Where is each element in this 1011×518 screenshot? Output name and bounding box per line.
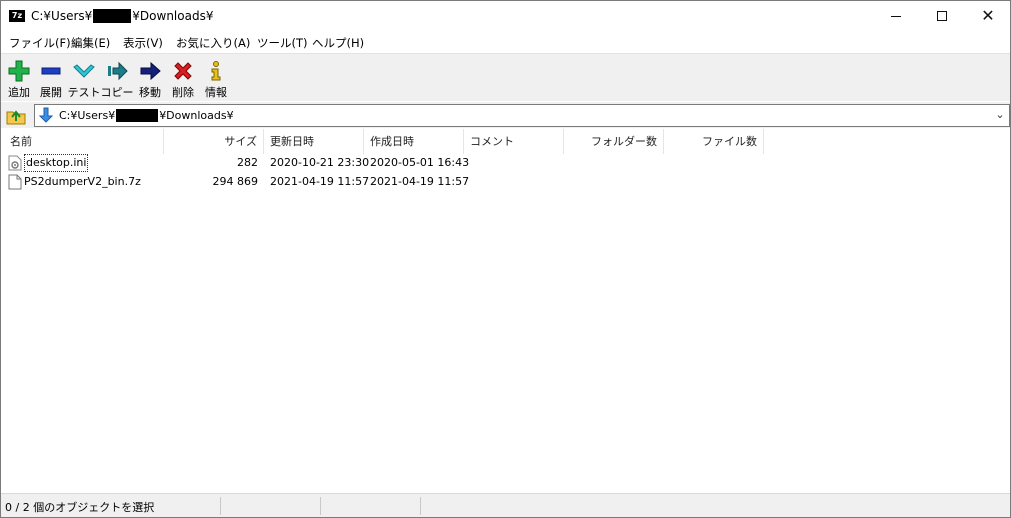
move-button[interactable]: 移動 — [133, 56, 167, 100]
file-name: PS2dumperV2_bin.7z — [24, 175, 141, 188]
extract-label: 展開 — [40, 86, 62, 99]
test-label: テスト — [67, 86, 101, 99]
title-bar[interactable]: 7z C:¥Users¥ ¥Downloads¥ ✕ — [1, 1, 1010, 31]
info-button[interactable]: 情報 — [199, 56, 233, 100]
minimize-icon — [891, 15, 901, 17]
menu-file[interactable]: ファイル(F) — [9, 35, 71, 51]
info-icon — [211, 61, 221, 81]
check-arrow-icon — [73, 64, 95, 78]
add-label: 追加 — [8, 86, 30, 99]
maximize-icon — [937, 11, 947, 21]
delete-label: 削除 — [172, 86, 194, 99]
file-created: 2021-04-19 11:57 — [370, 175, 470, 188]
add-button[interactable]: 追加 — [2, 56, 36, 100]
address-path-suffix: ¥Downloads¥ — [159, 109, 234, 122]
menu-view[interactable]: 表示(V) — [123, 35, 163, 51]
redacted-username-address — [116, 109, 159, 122]
info-label: 情報 — [205, 86, 227, 99]
menu-favorites[interactable]: お気に入り(A) — [176, 35, 250, 51]
redacted-username — [93, 9, 132, 23]
file-list[interactable]: 名前 サイズ 更新日時 作成日時 コメント フォルダー数 ファイル数 deskt… — [1, 129, 1010, 493]
column-header-name[interactable]: 名前 — [4, 129, 164, 154]
window-title-prefix: C:¥Users¥ — [31, 9, 93, 23]
status-segment — [221, 497, 321, 515]
arrow-down-icon — [38, 107, 54, 123]
window-title: C:¥Users¥ ¥Downloads¥ — [31, 9, 213, 23]
file-modified: 2020-10-21 23:30 — [270, 156, 370, 169]
menu-tools[interactable]: ツール(T) — [257, 35, 308, 51]
table-row[interactable]: PS2dumperV2_bin.7z 294 869 2021-04-19 11… — [4, 173, 1004, 192]
extract-button[interactable]: 展開 — [34, 56, 68, 100]
file-icon — [8, 174, 22, 190]
settings-file-icon — [8, 155, 22, 171]
copy-button[interactable]: コピー — [100, 56, 134, 100]
chevron-down-icon[interactable]: ⌄ — [994, 108, 1006, 122]
address-combo[interactable]: C:¥Users¥ ¥Downloads¥ ⌄ — [34, 104, 1010, 127]
move-label: 移動 — [139, 86, 161, 99]
app-window: 7z C:¥Users¥ ¥Downloads¥ ✕ ファイル(F) 編集(E) … — [0, 0, 1011, 518]
column-header-folders[interactable]: フォルダー数 — [564, 129, 664, 154]
file-size: 282 — [237, 156, 258, 169]
minus-icon — [41, 67, 61, 75]
column-header-size[interactable]: サイズ — [164, 129, 264, 154]
close-button[interactable]: ✕ — [965, 1, 1011, 31]
close-icon: ✕ — [981, 6, 995, 25]
status-bar: 0 / 2 個のオブジェクトを選択 — [1, 493, 1010, 517]
window-title-suffix: ¥Downloads¥ — [132, 9, 214, 23]
column-header-comment[interactable]: コメント — [464, 129, 564, 154]
move-arrow-icon — [140, 61, 161, 81]
status-segment — [321, 497, 421, 515]
maximize-button[interactable] — [919, 1, 965, 31]
table-row[interactable]: desktop.ini 282 2020-10-21 23:30 2020-05… — [4, 154, 1004, 173]
file-name: desktop.ini — [24, 154, 89, 172]
column-header-created[interactable]: 作成日時 — [364, 129, 464, 154]
file-size: 294 869 — [212, 175, 259, 188]
app-7zip-icon: 7z — [9, 10, 25, 22]
delete-x-icon — [174, 62, 192, 80]
status-text: 0 / 2 個のオブジェクトを選択 — [5, 501, 155, 514]
column-header-modified[interactable]: 更新日時 — [264, 129, 364, 154]
toolbar: 追加 展開 テスト コピー 移動 削除 情報 — [1, 53, 1010, 101]
test-button[interactable]: テスト — [67, 56, 101, 100]
file-modified: 2021-04-19 11:57 — [270, 175, 370, 188]
folder-up-icon[interactable] — [5, 105, 27, 125]
menu-edit[interactable]: 編集(E) — [71, 35, 110, 51]
copy-label: コピー — [100, 86, 134, 99]
delete-button[interactable]: 削除 — [166, 56, 200, 100]
column-header-files[interactable]: ファイル数 — [664, 129, 764, 154]
menu-help[interactable]: ヘルプ(H) — [312, 35, 364, 51]
file-created: 2020-05-01 16:43 — [370, 156, 470, 169]
menu-bar: ファイル(F) 編集(E) 表示(V) お気に入り(A) ツール(T) ヘルプ(… — [1, 32, 1010, 52]
minimize-button[interactable] — [873, 1, 919, 31]
copy-arrow-icon — [108, 61, 128, 81]
address-path-prefix: C:¥Users¥ — [59, 109, 116, 122]
address-bar: C:¥Users¥ ¥Downloads¥ ⌄ — [1, 102, 1010, 128]
address-path: C:¥Users¥ ¥Downloads¥ — [59, 109, 234, 122]
plus-icon — [8, 60, 30, 82]
